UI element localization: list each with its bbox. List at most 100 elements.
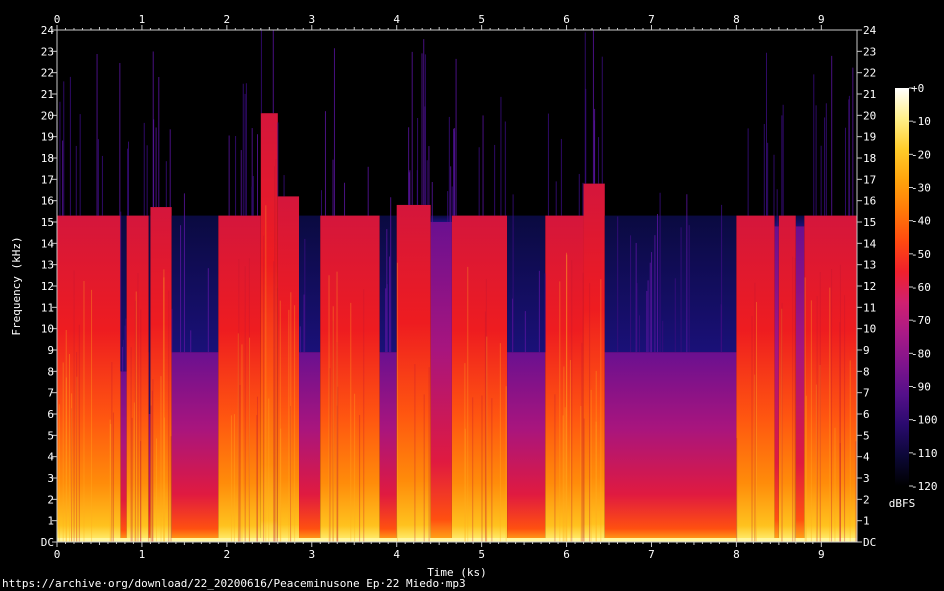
y-tick-label: 13	[863, 259, 876, 272]
spectrogram-segment	[804, 215, 857, 542]
colorbar-tick-label: -60	[911, 281, 931, 294]
spectrogram-segment	[604, 352, 737, 542]
spectrogram-segment	[396, 204, 431, 542]
y-tick-label: 22	[41, 67, 54, 80]
y-tick-label: 10	[41, 323, 54, 336]
colorbar-tick-label: -10	[911, 115, 931, 128]
y-tick-label: 23	[41, 45, 54, 58]
y-tick-label: 9	[863, 344, 870, 357]
x-tick-label: 4	[393, 548, 400, 561]
x-axis-top: 0 1 2 3 4 5 6 7 8 9	[54, 13, 825, 30]
y-tick-label: 6	[863, 408, 870, 421]
spectrogram-segment	[379, 352, 397, 542]
spectrogram-segment	[736, 215, 775, 542]
y-tick-label: 16	[41, 195, 54, 208]
spectrogram-segment	[299, 352, 321, 542]
y-tick-label: 23	[863, 45, 876, 58]
haze-band	[171, 215, 219, 353]
colorbar-tick-label: -30	[911, 182, 931, 195]
colorbar-tick-label: -120	[911, 480, 938, 493]
x-tick-label: 3	[308, 548, 315, 561]
x-tick-label: 1	[139, 13, 146, 26]
y-axis-right: DC12345678910111213141516171819202122232…	[857, 24, 877, 549]
y-tick-label: 10	[863, 323, 876, 336]
y-tick-label: 5	[863, 429, 870, 442]
x-tick-label: 9	[818, 548, 825, 561]
y-tick-label: 7	[863, 387, 870, 400]
x-tick-label: 0	[54, 548, 61, 561]
y-tick-label: DC	[41, 536, 54, 549]
y-tick-label: 14	[41, 237, 55, 250]
colorbar-tick-label: -40	[911, 215, 931, 228]
y-tick-label: 15	[863, 216, 876, 229]
y-tick-label: 20	[41, 109, 54, 122]
x-tick-label: 5	[478, 548, 485, 561]
y-tick-label: 13	[41, 259, 54, 272]
x-tick-label: 0	[54, 13, 61, 26]
y-tick-label: 6	[47, 408, 54, 421]
y-tick-label: 8	[47, 365, 54, 378]
y-tick-label: 17	[863, 173, 876, 186]
y-tick-label: 21	[863, 88, 876, 101]
y-tick-label: 12	[863, 280, 876, 293]
y-tick-label: 18	[41, 152, 54, 165]
y-tick-label: 20	[863, 109, 876, 122]
haze-band	[604, 215, 737, 353]
spectrogram-segment	[451, 215, 508, 542]
colorbar-axis: +0 -10 -20 -30 -40 -50 -60 -70 -80 -90 -100 -110 -12…	[909, 82, 938, 493]
y-tick-label: 22	[863, 67, 876, 80]
y-tick-label: 11	[863, 301, 876, 314]
x-tick-label: 9	[818, 13, 825, 26]
x-tick-label: 8	[733, 548, 740, 561]
y-axis-title: Frequency (kHz)	[10, 236, 23, 335]
y-tick-label: 15	[41, 216, 54, 229]
colorbar-tick-label: -80	[911, 347, 931, 360]
spectrogram-chart: 0123456789 0123456789 DC1234567891011121…	[10, 13, 938, 579]
y-tick-label: 21	[41, 88, 54, 101]
x-tick-label: 2	[224, 13, 231, 26]
y-tick-label: 1	[863, 515, 870, 528]
x-tick-label: 8	[733, 13, 740, 26]
y-tick-label: 2	[863, 493, 870, 506]
x-tick-label: 6	[563, 13, 570, 26]
haze-band	[795, 215, 805, 227]
colorbar-tick-label: -50	[911, 248, 931, 261]
colorbar-tick-label: -90	[911, 381, 931, 394]
spectrogram-segment	[171, 352, 219, 542]
y-tick-label: 14	[863, 237, 877, 250]
y-tick-label: 7	[47, 387, 54, 400]
y-tick-label: 4	[863, 451, 870, 464]
spectrogram-segment	[120, 371, 127, 542]
x-tick-label: 2	[224, 548, 231, 561]
y-tick-label: DC	[863, 536, 876, 549]
spectrogram-segment	[774, 226, 779, 542]
x-tick-label: 3	[308, 13, 315, 26]
y-tick-label: 24	[863, 24, 877, 37]
haze-band	[299, 215, 321, 353]
y-tick-label: 12	[41, 280, 54, 293]
y-tick-label: 3	[47, 472, 54, 485]
y-tick-label: 18	[863, 152, 876, 165]
x-tick-label: 7	[648, 548, 655, 561]
colorbar-tick-label: +0	[911, 82, 924, 95]
colorbar-tick-label: -70	[911, 314, 931, 327]
spectrogram-segment	[583, 183, 605, 542]
x-axis-bottom: 0 1 2 3 4 5 6 7 8 9	[54, 542, 825, 561]
y-tick-label: 11	[41, 301, 54, 314]
y-tick-label: 5	[47, 429, 54, 442]
spectrogram-segment	[795, 226, 805, 542]
y-tick-label: 19	[863, 131, 876, 144]
x-tick-label: 5	[478, 13, 485, 26]
source-url: https://archive·org/download/22_20200616…	[2, 577, 466, 590]
haze-band	[379, 215, 397, 353]
spectrogram-segment	[430, 222, 452, 542]
y-tick-label: 17	[41, 173, 54, 186]
x-tick-label: 1	[139, 548, 146, 561]
y-tick-label: 16	[863, 195, 876, 208]
haze-band	[430, 215, 452, 222]
x-tick-label: 6	[563, 548, 570, 561]
spectrogram-segment	[545, 215, 584, 542]
colorbar-title: dBFS	[889, 497, 916, 510]
y-tick-label: 9	[47, 344, 54, 357]
x-tick-label: 7	[648, 13, 655, 26]
